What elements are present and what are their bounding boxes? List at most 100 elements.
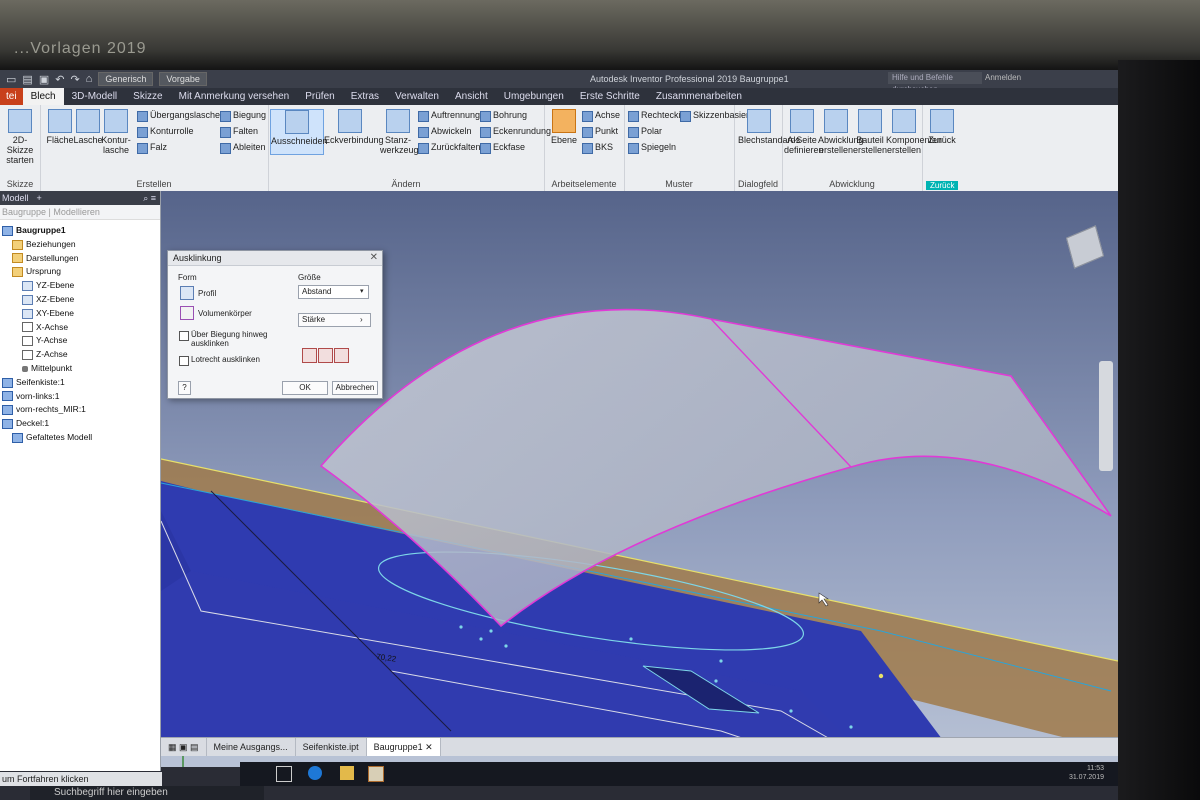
browser-subtab-modellieren[interactable]: Modellieren	[53, 207, 100, 217]
cancel-button[interactable]: Abbrechen	[332, 381, 378, 395]
tree-node[interactable]: Mittelpunkt	[0, 362, 160, 376]
tiles-icon[interactable]: ▦ ▣ ▤	[161, 738, 207, 756]
tree-node[interactable]: Z-Achse	[0, 348, 160, 362]
material-select[interactable]: Generisch	[98, 72, 154, 86]
open-icon[interactable]: ▤	[22, 73, 32, 86]
help-search-input[interactable]: Hilfe und Befehle durchsuchen...	[888, 72, 982, 94]
new-file-icon[interactable]: ▭	[6, 73, 16, 86]
blechstandards-button[interactable]: Blechstandards	[738, 109, 800, 145]
ebene-button[interactable]: Ebene	[546, 109, 582, 145]
tab-8[interactable]: Ansicht	[447, 88, 496, 105]
return-icon	[930, 109, 954, 133]
polar-button[interactable]: Polar	[628, 125, 662, 138]
help-button[interactable]: ?	[178, 381, 191, 395]
home-icon[interactable]: ⌂	[86, 73, 93, 85]
spiegeln-button[interactable]: Spiegeln	[628, 141, 676, 154]
bend-icon	[220, 111, 231, 122]
bks-button[interactable]: BKS	[582, 141, 613, 154]
extent-select[interactable]: Abstand	[298, 285, 369, 299]
rechteckig-button[interactable]: Rechteckig	[628, 109, 686, 122]
doc-tab-2[interactable]: Baugruppe1 ✕	[366, 738, 441, 756]
clock-date: 31.07.2019	[1068, 774, 1104, 781]
tab-10[interactable]: Erste Schritte	[572, 88, 648, 105]
save-icon[interactable]: ▣	[39, 73, 49, 86]
auftrennung-button[interactable]: Auftrennung	[418, 109, 480, 122]
komponenten-erstellen-button[interactable]: Komponenten erstellen	[886, 109, 942, 155]
tree-node[interactable]: Ursprung	[0, 265, 160, 279]
direction-symmetric-button[interactable]	[334, 348, 349, 363]
undo-icon[interactable]: ↶	[55, 73, 64, 86]
ok-button[interactable]: OK	[282, 381, 328, 395]
tab-1[interactable]: Blech	[22, 88, 64, 105]
navigation-bar[interactable]	[1099, 361, 1113, 471]
tree-node[interactable]: Darstellungen	[0, 252, 160, 266]
start-2d-sketch-button[interactable]: 2D-Skizze starten	[2, 109, 38, 165]
appearance-select[interactable]: Vorgabe	[159, 72, 207, 86]
search-icon[interactable]: ⌕ ≡	[143, 191, 156, 205]
ueber-biegung-checkbox[interactable]	[179, 331, 189, 341]
ableiten-button[interactable]: Ableiten	[220, 141, 266, 154]
tree-node[interactable]: vorn-links:1	[0, 390, 160, 404]
redo-icon[interactable]: ↷	[70, 73, 79, 86]
tab-3[interactable]: Skizze	[125, 88, 170, 105]
edge-browser-icon[interactable]	[308, 766, 322, 780]
close-icon[interactable]: ✕	[370, 252, 378, 263]
file-explorer-icon[interactable]	[340, 766, 354, 780]
profile-select-icon[interactable]	[180, 286, 194, 300]
tree-node[interactable]: XZ-Ebene	[0, 293, 160, 307]
achse-button[interactable]: Achse	[582, 109, 620, 122]
solid-select-icon[interactable]	[180, 306, 194, 320]
tree-node[interactable]: Beziehungen	[0, 238, 160, 252]
bohrung-button[interactable]: Bohrung	[480, 109, 527, 122]
eckfase-button[interactable]: Eckfase	[480, 141, 525, 154]
tab-5[interactable]: Prüfen	[297, 88, 342, 105]
doc-tab-1[interactable]: Seifenkiste.ipt	[296, 738, 367, 756]
a-seite-button[interactable]: A-Seite definieren	[784, 109, 824, 155]
punkt-button[interactable]: Punkt	[582, 125, 618, 138]
sign-in-link[interactable]: Anmelden	[985, 73, 1021, 82]
task-view-icon[interactable]	[276, 766, 292, 782]
zurueckfalten-button[interactable]: Zurückfalten	[418, 141, 481, 154]
ausschneiden-button[interactable]: Ausschneiden	[270, 109, 328, 155]
direction-2-button[interactable]	[318, 348, 333, 363]
eckverbindung-button[interactable]: Eckverbindung	[324, 109, 384, 145]
tree-node[interactable]: Gefaltetes Modell	[0, 431, 160, 445]
tree-node[interactable]: Y-Achse	[0, 334, 160, 348]
konturrolle-button[interactable]: Konturrolle	[137, 125, 194, 138]
falz-button[interactable]: Falz	[137, 141, 167, 154]
zurueck-button[interactable]: Zurück	[924, 109, 960, 145]
doc-tab-0[interactable]: Meine Ausgangs...	[207, 738, 296, 756]
browser-tab-modell[interactable]: Modell	[2, 191, 29, 205]
tab-11[interactable]: Zusammenarbeiten	[648, 88, 750, 105]
tree-node[interactable]: XY-Ebene	[0, 307, 160, 321]
windows-search-input[interactable]: Suchbegriff hier eingeben	[30, 786, 264, 800]
tree-node[interactable]: Seifenkiste:1	[0, 376, 160, 390]
biegung-button[interactable]: Biegung	[220, 109, 266, 122]
stanzwerkzeug-button[interactable]: Stanz-werkzeug	[380, 109, 419, 155]
bauteil-erstellen-button[interactable]: Bauteil erstellen	[852, 109, 888, 155]
tab-7[interactable]: Verwalten	[387, 88, 447, 105]
uebergangslasche-button[interactable]: Übergangslasche	[137, 109, 220, 122]
add-tab-icon[interactable]: +	[37, 191, 42, 205]
tab-6[interactable]: Extras	[343, 88, 387, 105]
abwicklung-erstellen-button[interactable]: Abwicklung erstellen	[818, 109, 864, 155]
tree-node[interactable]: Baugruppe1	[0, 224, 160, 238]
tree-node-label: Baugruppe1	[16, 225, 66, 235]
tree-node[interactable]: YZ-Ebene	[0, 279, 160, 293]
abwickeln-button[interactable]: Abwickeln	[418, 125, 472, 138]
browser-subtab-baugruppe[interactable]: Baugruppe	[2, 207, 46, 217]
tree-node[interactable]: X-Achse	[0, 321, 160, 335]
tree-node[interactable]: vorn-rechts_MIR:1	[0, 403, 160, 417]
tab-2[interactable]: 3D-Modell	[64, 88, 126, 105]
inventor-app-icon[interactable]	[368, 766, 384, 782]
tab-4[interactable]: Mit Anmerkung versehen	[171, 88, 298, 105]
konturlasche-button[interactable]: Kontur-lasche	[98, 109, 134, 155]
tab-9[interactable]: Umgebungen	[496, 88, 572, 105]
tab-0[interactable]: tei	[0, 88, 23, 105]
falten-button[interactable]: Falten	[220, 125, 258, 138]
lotrecht-checkbox[interactable]	[179, 356, 189, 366]
eckenrundung-button[interactable]: Eckenrundung	[480, 125, 551, 138]
tree-node[interactable]: Deckel:1	[0, 417, 160, 431]
direction-1-button[interactable]	[302, 348, 317, 363]
tree-node-label: Z-Achse	[36, 349, 68, 360]
